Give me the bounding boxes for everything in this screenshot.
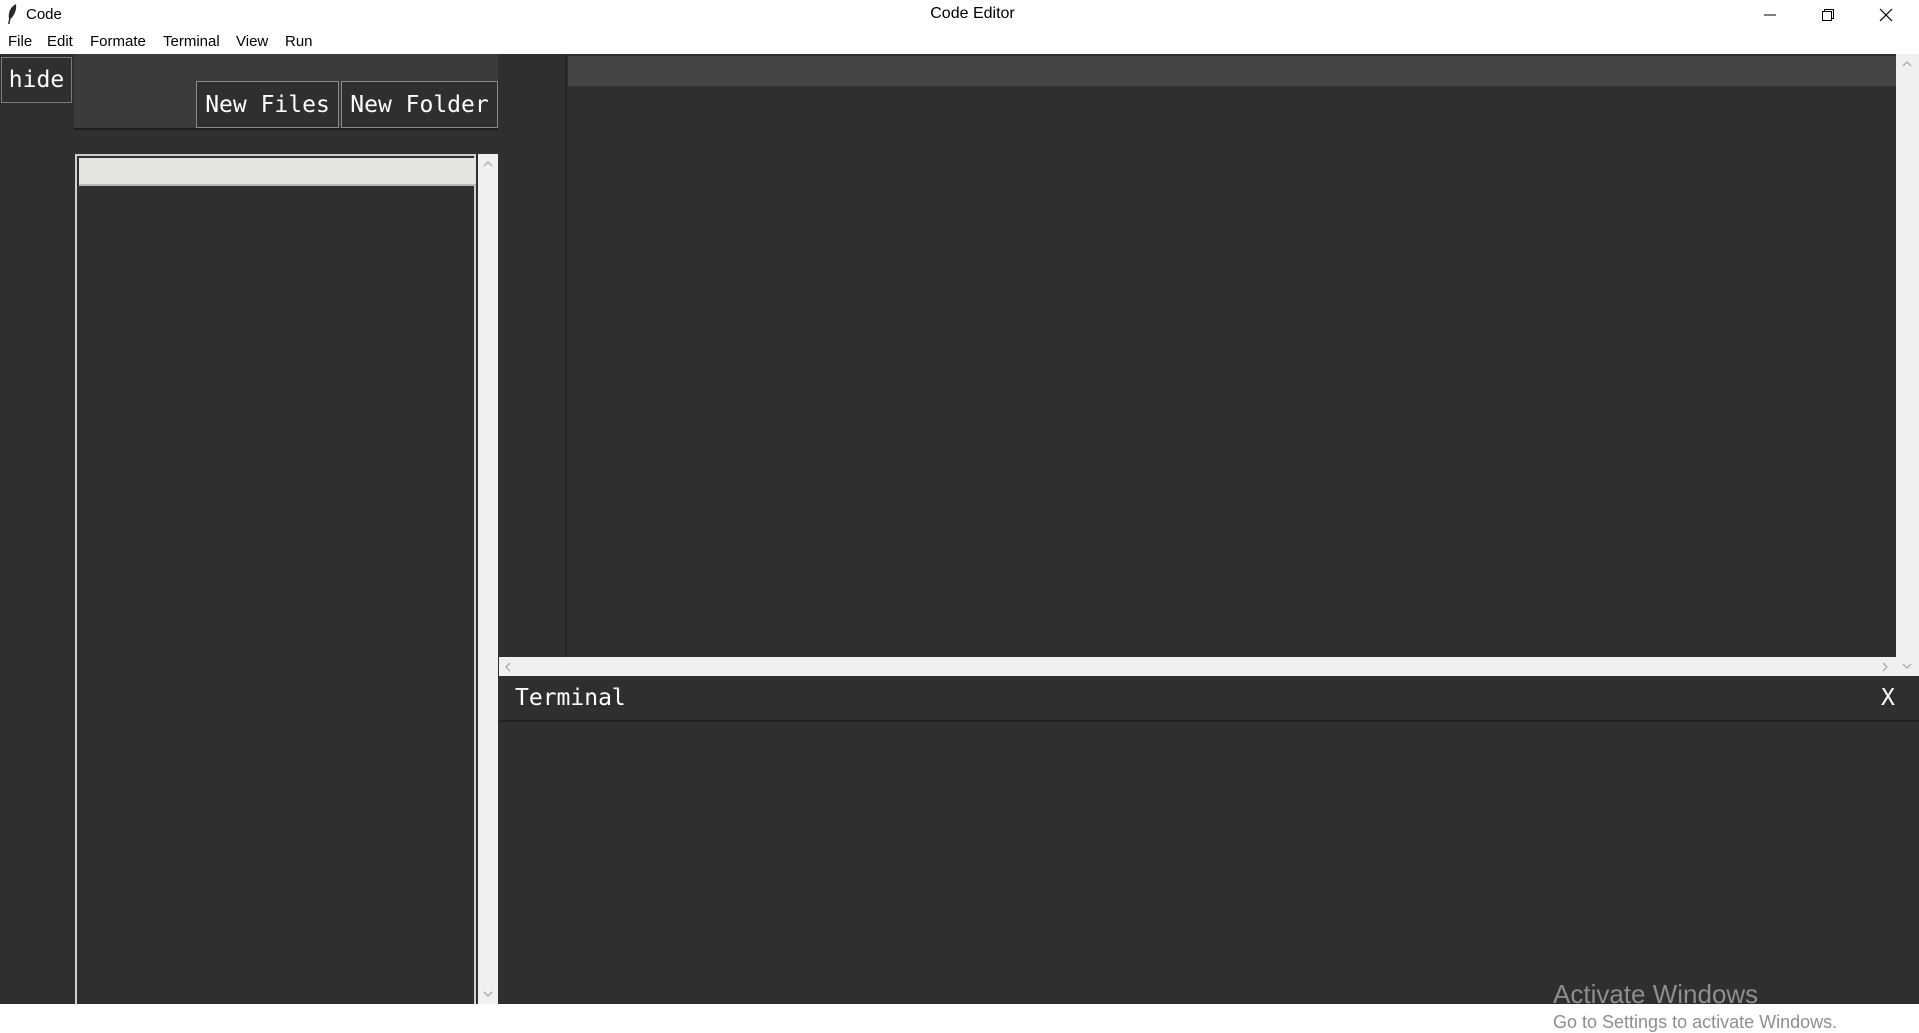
- restore-button[interactable]: [1799, 0, 1857, 30]
- scroll-up-icon[interactable]: [1900, 57, 1914, 71]
- menu-view[interactable]: View: [236, 33, 268, 50]
- menu-terminal[interactable]: Terminal: [163, 33, 220, 50]
- scroll-right-icon[interactable]: [1878, 660, 1892, 674]
- code-editor[interactable]: [568, 55, 1896, 657]
- close-window-button[interactable]: [1857, 0, 1915, 30]
- current-line-highlight: [568, 56, 1896, 86]
- minimize-button[interactable]: [1741, 0, 1799, 30]
- restore-icon: [1822, 9, 1834, 21]
- terminal-title: Terminal: [515, 685, 626, 711]
- menu-bar: File Edit Formate Terminal View Run: [0, 30, 1919, 54]
- terminal-output[interactable]: [499, 722, 1919, 1004]
- editor-vertical-scrollbar[interactable]: [1896, 54, 1919, 676]
- toolbar-divider: [74, 128, 498, 130]
- menu-run[interactable]: Run: [285, 33, 313, 50]
- scroll-left-icon[interactable]: [501, 660, 515, 674]
- file-tree-header[interactable]: [79, 158, 476, 186]
- terminal-close-button[interactable]: X: [1881, 685, 1895, 711]
- file-tree-scrollbar[interactable]: [478, 154, 498, 1004]
- window-title: Code Editor: [930, 5, 1015, 22]
- minimize-icon: [1764, 14, 1776, 16]
- scroll-down-icon[interactable]: [1900, 659, 1914, 673]
- file-tree[interactable]: [75, 154, 476, 1004]
- app-client-area: hide New Files New Folder Terminal X Act…: [0, 54, 1919, 1032]
- activation-watermark-title: Activate Windows: [1553, 979, 1759, 1009]
- scroll-up-icon[interactable]: [481, 157, 495, 171]
- menu-file[interactable]: File: [8, 33, 32, 50]
- new-folder-button[interactable]: New Folder: [341, 81, 498, 128]
- new-files-button[interactable]: New Files: [196, 81, 339, 128]
- line-number-gutter: [499, 55, 567, 657]
- editor-horizontal-scrollbar[interactable]: [499, 657, 1896, 676]
- activation-watermark-subtitle: Go to Settings to activate Windows.: [1553, 1012, 1838, 1032]
- title-bar: Code Code Editor: [0, 0, 1919, 30]
- close-icon: [1879, 8, 1893, 22]
- terminal-header: Terminal X: [499, 677, 1919, 722]
- menu-formate[interactable]: Formate: [90, 33, 146, 50]
- menu-edit[interactable]: Edit: [47, 33, 73, 50]
- scroll-down-icon[interactable]: [481, 987, 495, 1001]
- hide-sidebar-button[interactable]: hide: [1, 57, 72, 103]
